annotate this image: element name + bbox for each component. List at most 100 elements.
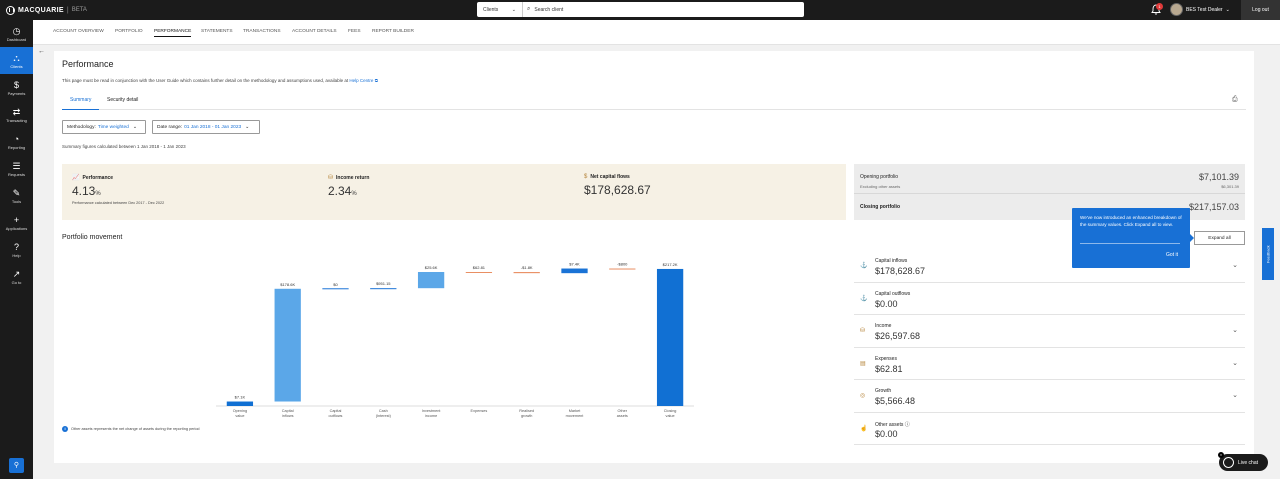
breakdown-label: Other assets ⓘ: [875, 421, 910, 428]
page-title: Performance: [62, 59, 114, 69]
sidebar-item-dashboard[interactable]: ◷ Dashboard: [0, 20, 33, 47]
chart-bar[interactable]: [465, 271, 493, 273]
client-search: Clients ⌄ ⌕ Search client: [477, 2, 804, 17]
help-centre-link[interactable]: Help Centre: [349, 78, 373, 83]
kpi-performance-label: Performance: [82, 174, 114, 181]
kpi-netflows-label: Net capital flows: [590, 174, 630, 180]
sidebar-item-requests[interactable]: ☰ Requests: [0, 155, 33, 182]
disclaimer-text: This page must be read in conjunction wi…: [62, 78, 350, 83]
chart-bar[interactable]: [656, 268, 684, 406]
hand-icon: ☝: [860, 425, 868, 432]
sidebar-item-clients[interactable]: ⛬ Clients: [0, 47, 33, 74]
tab-report-builder[interactable]: REPORT BUILDER: [372, 29, 414, 34]
sidebar-item-help[interactable]: ? Help: [0, 236, 33, 263]
wrench-icon: ✎: [12, 187, 21, 198]
printer-icon[interactable]: ⎙: [1232, 96, 1238, 104]
date-range-value: 01 Jan 2018 - 01 Jan 2023: [184, 124, 242, 130]
anchor-icon: ⚓: [860, 263, 868, 269]
kpi-performance: 📈 Performance 4.13% Performance calculate…: [72, 174, 164, 206]
tab-summary[interactable]: Summary: [62, 97, 100, 110]
sidebar-item-go-to[interactable]: ↗ Go to: [0, 263, 33, 290]
date-range-select[interactable]: Date range: 01 Jan 2018 - 01 Jan 2023 ⌄: [152, 120, 260, 134]
chart-data-label: $217.2K: [663, 262, 678, 267]
expand-all-button[interactable]: Expand all: [1194, 231, 1245, 245]
sidebar-item-applications[interactable]: + Applications: [0, 209, 33, 236]
sidebar-item-payments[interactable]: $ Payments: [0, 74, 33, 101]
chart-bar[interactable]: [274, 288, 301, 402]
user-menu[interactable]: BES Test Dealer ⌄: [1170, 3, 1230, 16]
date-range-label: Date range:: [157, 124, 183, 130]
chart-bar[interactable]: [226, 401, 254, 406]
breakdown-income[interactable]: ⛁ Income $26,597.68 ⌄: [854, 315, 1245, 348]
breakdown-capital-outflows: ⚓ Capital outflows $0.00: [854, 283, 1245, 315]
live-chat-button[interactable]: Live chat: [1219, 454, 1268, 471]
info-icon: i: [62, 426, 68, 432]
chart-data-label: -$1.8K: [521, 265, 533, 270]
methodology-select[interactable]: Methodology: Time weighted ⌄: [62, 120, 146, 134]
chevron-down-icon[interactable]: ⌄: [1232, 359, 1238, 367]
logout-button[interactable]: Log out: [1241, 0, 1280, 20]
sidebar-item-label: Go to: [11, 279, 22, 285]
plus-icon: +: [13, 214, 20, 225]
chart-bar[interactable]: [561, 268, 588, 274]
chart-data-label: $62.81: [473, 265, 486, 270]
sidebar-item-label: Clients: [10, 63, 23, 69]
breakdown-expenses[interactable]: ▤ Expenses $62.81 ⌄: [854, 348, 1245, 380]
chart-bar[interactable]: [370, 288, 397, 290]
chart-bar[interactable]: [417, 271, 445, 289]
tab-statements[interactable]: STATEMENTS: [201, 29, 233, 34]
sidebar-item-label: Help: [12, 252, 21, 258]
search-type-select[interactable]: Clients ⌄: [477, 2, 523, 17]
coins-icon: ⛁: [328, 175, 334, 181]
pin-icon[interactable]: ⚲: [9, 458, 24, 473]
tab-transactions[interactable]: TRANSACTIONS: [243, 29, 281, 34]
chart-bar[interactable]: [513, 272, 540, 274]
sidebar-item-label: Reporting: [7, 144, 26, 150]
sidebar: ◷ Dashboard ⛬ Clients $ Payments ⇄ Trans…: [0, 20, 33, 479]
close-icon[interactable]: ×: [1218, 452, 1224, 458]
sidebar-item-transacting[interactable]: ⇄ Transacting: [0, 101, 33, 128]
kpi-performance-value: 4.13: [72, 184, 96, 198]
other-assets-note: i Other assets represents the net change…: [62, 426, 200, 432]
chart-bar[interactable]: [609, 268, 636, 270]
tab-performance[interactable]: PERFORMANCE: [154, 29, 192, 37]
kpi-income-label: Income return: [336, 174, 370, 181]
breakdown-label: Expenses: [875, 355, 897, 362]
chevron-down-icon[interactable]: ⌄: [1232, 261, 1238, 269]
help-icon: ?: [13, 241, 19, 252]
tab-account-details[interactable]: ACCOUNT DETAILS: [292, 29, 337, 34]
breakdown-label: Income: [875, 323, 892, 329]
feedback-tab[interactable]: Feedback: [1262, 228, 1274, 280]
breakdown-label: Capital outflows: [875, 290, 911, 297]
kpi-net-capital-flows: $ Net capital flows $178,628.67: [584, 174, 651, 197]
kpi-panel: 📈 Performance 4.13% Performance calculate…: [62, 164, 846, 220]
chart-tick-label: Expenses: [471, 409, 488, 413]
got-it-button[interactable]: Got it: [1166, 252, 1178, 259]
breakdown-value: $0.00: [875, 428, 898, 439]
opening-portfolio-label: Opening portfolio: [860, 174, 899, 180]
brand-logo[interactable]: MACQUARIE | BETA: [6, 5, 87, 15]
breakdown-growth[interactable]: ◎ Growth $5,566.48 ⌄: [854, 380, 1245, 413]
sub-tabs: Summary Security detail: [62, 96, 1246, 110]
chart-tick-label: Capital inflows: [282, 409, 294, 418]
search-input[interactable]: ⌕ Search client: [527, 6, 563, 13]
tab-portfolio[interactable]: PORTFOLIO: [115, 29, 143, 34]
sidebar-item-label: Transacting: [6, 117, 27, 123]
sidebar-item-reporting[interactable]: ◔ Reporting: [0, 128, 33, 155]
growth-icon: ◎: [860, 393, 866, 399]
chevron-down-icon: ⌄: [132, 124, 138, 130]
tab-fees[interactable]: FEES: [348, 29, 361, 34]
methodology-label: Methodology:: [67, 124, 96, 130]
chevron-down-icon[interactable]: ⌄: [1232, 326, 1238, 334]
chevron-down-icon[interactable]: ⌄: [1232, 391, 1238, 399]
tab-security-detail[interactable]: Security detail: [99, 97, 146, 110]
tab-account-overview[interactable]: ACCOUNT OVERVIEW: [53, 29, 104, 34]
sidebar-item-tools[interactable]: ✎ Tools: [0, 182, 33, 209]
chart-bar[interactable]: [322, 288, 349, 290]
chart-data-label: $25.6K: [425, 265, 438, 270]
kpi-income-value: 2.34: [328, 184, 352, 198]
search-type-value: Clients: [483, 6, 499, 13]
coins-icon: ⛁: [860, 328, 866, 334]
chart-title: Portfolio movement: [62, 234, 123, 241]
back-arrow-icon[interactable]: ←: [38, 48, 45, 55]
